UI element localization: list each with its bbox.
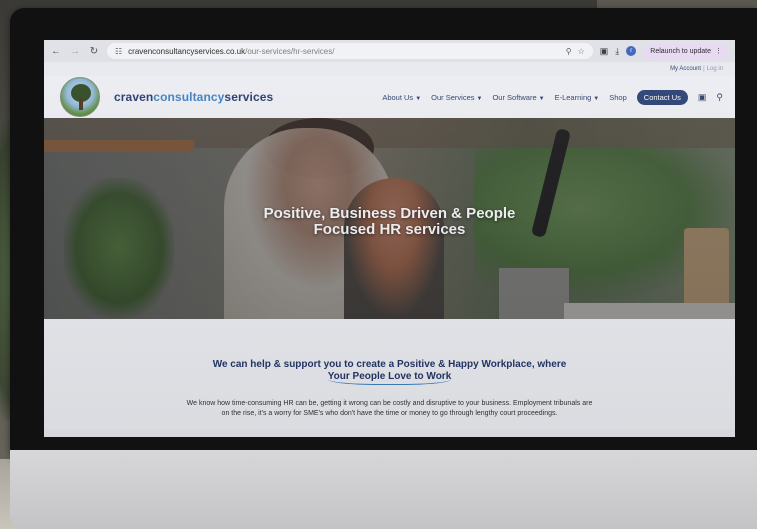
forward-arrow-icon[interactable]: → — [69, 46, 81, 57]
logo-trunk-shape — [79, 98, 83, 110]
browser-toolbar: ← → ↻ ☷ cravenconsultancyservices.co.uk/… — [44, 40, 735, 62]
account-separator: | — [703, 66, 705, 72]
my-account-link[interactable]: My Account — [670, 66, 701, 72]
nav-item-our-software[interactable]: Our Software ▼ — [492, 93, 544, 102]
search-icon[interactable]: ⚲ — [716, 92, 723, 103]
url-path: /our-services/hr-services/ — [245, 46, 335, 56]
profile-avatar[interactable]: r — [626, 46, 637, 56]
site-header: cravenconsultancyservices About Us ▼ Our … — [44, 76, 735, 118]
main-nav: About Us ▼ Our Services ▼ Our Software ▼ E-… — [382, 89, 723, 105]
download-icon[interactable]: ⤓ — [615, 46, 619, 57]
intro-section: We can help & support you to create a Po… — [44, 319, 735, 429]
logo-icon[interactable] — [60, 77, 100, 117]
chevron-down-icon: ▼ — [538, 95, 545, 102]
more-icon[interactable]: ⋮ — [715, 47, 722, 55]
hero-banner: Positive, Business Driven & People Focus… — [44, 118, 735, 319]
site-info-icon[interactable]: ☷ — [115, 47, 122, 56]
star-icon[interactable]: ☆ — [578, 47, 585, 56]
login-link[interactable]: Log in — [707, 66, 723, 72]
heading-highlight: Your People Love to Work — [327, 371, 452, 385]
basket-icon[interactable]: ▣ — [698, 92, 707, 103]
account-bar: My Account | Log in — [44, 62, 735, 76]
address-bar[interactable]: ☷ cravenconsultancyservices.co.uk/our-se… — [107, 43, 593, 59]
browser-window: ← → ↻ ☷ cravenconsultancyservices.co.uk/… — [44, 40, 735, 437]
url-host: cravenconsultancyservices.co.uk — [128, 46, 246, 56]
hero-title: Positive, Business Driven & People Focus… — [263, 205, 516, 238]
contact-us-button[interactable]: Contact Us — [636, 89, 688, 105]
relaunch-button[interactable]: Relaunch to update ⋮ — [643, 43, 729, 59]
reload-icon[interactable]: ↻ — [88, 46, 100, 57]
brand-part-services: services — [224, 90, 274, 104]
monitor-chin — [10, 450, 757, 529]
brand-part-craven: craven — [114, 90, 154, 104]
nav-item-e-learning[interactable]: E-Learning ▼ — [555, 93, 600, 102]
intro-paragraph: We know how time-consuming HR can be, ge… — [186, 400, 593, 417]
nav-item-about-us[interactable]: About Us ▼ — [382, 93, 421, 102]
zoom-icon[interactable]: ⚲ — [566, 47, 572, 56]
relaunch-label: Relaunch to update — [650, 47, 711, 55]
chevron-down-icon: ▼ — [593, 95, 600, 102]
chevron-down-icon: ▼ — [415, 95, 422, 102]
brand-name[interactable]: cravenconsultancyservices — [114, 90, 273, 104]
chevron-down-icon: ▼ — [476, 95, 483, 102]
brand-part-consultancy: consultancy — [153, 90, 225, 104]
nav-item-our-services[interactable]: Our Services ▼ — [431, 93, 482, 102]
back-arrow-icon[interactable]: ← — [50, 46, 62, 57]
section-heading: We can help & support you to create a Po… — [44, 359, 735, 385]
nav-item-shop[interactable]: Shop — [609, 93, 627, 102]
extensions-icon[interactable]: ▣ — [600, 46, 609, 57]
